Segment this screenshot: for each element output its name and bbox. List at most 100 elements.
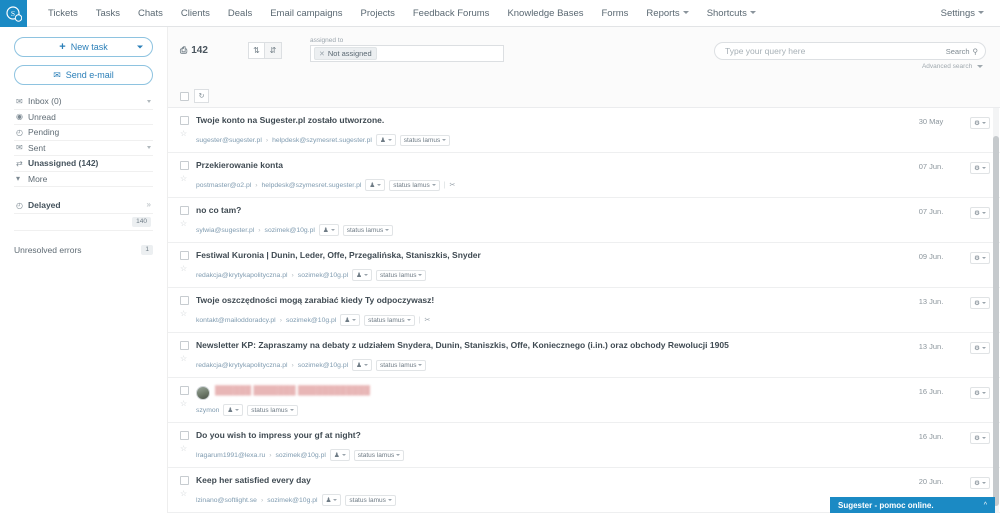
ticket-subject[interactable]: no co tam?: [196, 205, 241, 216]
row-actions-menu[interactable]: ⚙: [970, 477, 990, 490]
sender-address[interactable]: kontakt@mailoddoradcy.pl: [196, 317, 276, 324]
nav-knowledge-bases[interactable]: Knowledge Bases: [498, 0, 592, 27]
assign-user-dropdown[interactable]: ♟: [318, 224, 339, 237]
nav-reports[interactable]: Reports: [637, 0, 697, 27]
row-checkbox[interactable]: [180, 476, 189, 486]
status-dropdown[interactable]: status lamus: [247, 404, 298, 416]
ticket-subject[interactable]: ██████ ███████ ████████████: [215, 385, 370, 396]
paperclip-icon[interactable]: ✂: [424, 316, 430, 324]
sidebar-item-inbox[interactable]: ✉ Inbox (0): [14, 94, 153, 110]
chat-support-widget[interactable]: Sugester - pomoc online. ^: [830, 497, 995, 513]
row-actions-menu[interactable]: ⚙: [970, 342, 990, 355]
search-button[interactable]: Search ⚲: [943, 47, 981, 56]
star-icon[interactable]: ☆: [180, 220, 187, 228]
star-icon[interactable]: ☆: [180, 445, 187, 453]
row-checkbox[interactable]: [180, 206, 189, 216]
table-row[interactable]: ☆ Do you wish to impress your gf at night…: [168, 423, 1000, 469]
row-actions-menu[interactable]: ⚙: [970, 252, 990, 265]
ticket-subject[interactable]: Twoje oszczędności mogą zarabiać kiedy T…: [196, 295, 434, 306]
nav-projects[interactable]: Projects: [352, 0, 404, 27]
list-scrollbar-thumb[interactable]: [993, 136, 999, 506]
ticket-subject[interactable]: Keep her satisfied every day: [196, 475, 311, 486]
row-actions-menu[interactable]: ⚙: [970, 162, 990, 175]
ticket-subject[interactable]: Newsletter KP: Zapraszamy na debaty z ud…: [196, 340, 729, 351]
row-actions-menu[interactable]: ⚙: [970, 432, 990, 445]
paperclip-icon[interactable]: ✂: [450, 181, 456, 189]
status-dropdown[interactable]: status lamus: [399, 134, 451, 146]
sidebar-item-unassigned[interactable]: ⇄ Unassigned (142): [14, 156, 153, 172]
send-email-button[interactable]: ✉ Send e-mail: [14, 65, 153, 85]
nav-chats[interactable]: Chats: [129, 0, 172, 27]
chevron-up-icon[interactable]: ^: [984, 502, 987, 509]
advanced-search-toggle[interactable]: Advanced search: [714, 63, 986, 70]
table-row[interactable]: ☆ Newsletter KP: Zapraszamy na debaty z u…: [168, 333, 1000, 379]
sidebar-item-unread[interactable]: ◉ Unread: [14, 110, 153, 125]
ticket-subject[interactable]: Do you wish to impress your gf at night?: [196, 430, 361, 441]
table-row[interactable]: ☆ Festiwal Kuronia | Dunin, Leder, Offe, …: [168, 243, 1000, 289]
sidebar-item-sent[interactable]: ✉ Sent: [14, 141, 153, 156]
table-row[interactable]: ☆ Twoje oszczędności mogą zarabiać kiedy …: [168, 288, 1000, 334]
table-row[interactable]: ☆ ██████ ███████ ████████████ szymon ♟ statu…: [168, 378, 1000, 424]
nav-feedback-forums[interactable]: Feedback Forums: [404, 0, 499, 27]
row-actions-menu[interactable]: ⚙: [970, 297, 990, 310]
nav-forms[interactable]: Forms: [593, 0, 638, 27]
row-checkbox[interactable]: [180, 251, 189, 261]
recipient-address[interactable]: helpdesk@szymesret.sugester.pl: [262, 182, 362, 189]
ticket-subject[interactable]: Twoje konto na Sugester.pl zostało utwor…: [196, 115, 384, 126]
sender-address[interactable]: redakcja@krytykapolityczna.pl: [196, 272, 288, 279]
assign-user-dropdown[interactable]: ♟: [329, 449, 350, 462]
sort-descending-button[interactable]: ⇵: [265, 42, 282, 59]
star-icon[interactable]: ☆: [180, 355, 187, 363]
nav-email-campaigns[interactable]: Email campaigns: [261, 0, 351, 27]
assign-user-dropdown[interactable]: ♟: [375, 134, 396, 147]
star-icon[interactable]: ☆: [180, 130, 187, 138]
sidebar-item-pending[interactable]: ◴ Pending: [14, 125, 153, 141]
recipient-address[interactable]: sozimek@10g.pl: [267, 497, 317, 504]
table-row[interactable]: ☆ Twoje konto na Sugester.pl zostało utwo…: [168, 108, 1000, 154]
app-logo[interactable]: S: [0, 0, 27, 27]
table-row[interactable]: ☆ Przekierowanie konta postmaster@o2.pl › he…: [168, 153, 1000, 199]
star-icon[interactable]: ☆: [180, 265, 187, 273]
sender-address[interactable]: sugester@sugester.pl: [196, 137, 262, 144]
sender-address[interactable]: redakcja@krytykapolityczna.pl: [196, 362, 288, 369]
recipient-address[interactable]: helpdesk@szymesret.sugester.pl: [272, 137, 372, 144]
row-actions-menu[interactable]: ⚙: [970, 117, 990, 129]
assign-user-dropdown[interactable]: ♟: [365, 179, 386, 192]
close-icon[interactable]: ✕: [319, 50, 325, 58]
row-checkbox[interactable]: [180, 161, 189, 171]
select-all-checkbox[interactable]: [180, 91, 189, 101]
star-icon[interactable]: ☆: [180, 310, 187, 318]
status-dropdown[interactable]: status lamus: [342, 224, 394, 236]
assigned-to-input[interactable]: ✕ Not assigned: [310, 45, 504, 62]
nav-deals[interactable]: Deals: [219, 0, 261, 27]
row-checkbox[interactable]: [180, 341, 189, 351]
recipient-address[interactable]: sozimek@10g.pl: [298, 272, 348, 279]
sender-address[interactable]: sylwia@sugester.pl: [196, 227, 254, 234]
row-actions-menu[interactable]: ⚙: [970, 207, 990, 220]
recipient-address[interactable]: sozimek@10g.pl: [265, 227, 315, 234]
assign-user-dropdown[interactable]: ♟: [340, 314, 361, 327]
sender-address[interactable]: lragarum1991@lexa.ru: [196, 452, 265, 459]
sender-address[interactable]: szymon: [196, 407, 219, 414]
recipient-address[interactable]: sozimek@10g.pl: [298, 362, 348, 369]
nav-shortcuts[interactable]: Shortcuts: [698, 0, 765, 27]
sender-address[interactable]: lzinano@softlight.se: [196, 497, 257, 504]
status-dropdown[interactable]: status lamus: [375, 359, 427, 371]
sort-ascending-button[interactable]: ⇅: [248, 42, 265, 59]
assigned-to-chip[interactable]: ✕ Not assigned: [314, 47, 377, 60]
star-icon[interactable]: ☆: [180, 175, 187, 183]
recipient-address[interactable]: sozimek@10g.pl: [286, 317, 336, 324]
status-dropdown[interactable]: status lamus: [353, 449, 405, 461]
status-dropdown[interactable]: status lamus: [364, 314, 415, 326]
row-checkbox[interactable]: [180, 116, 189, 125]
nav-tasks[interactable]: Tasks: [87, 0, 129, 27]
new-task-button[interactable]: + New task: [14, 37, 153, 57]
status-dropdown[interactable]: status lamus: [345, 494, 396, 506]
nav-settings[interactable]: Settings: [932, 0, 984, 27]
nav-clients[interactable]: Clients: [172, 0, 219, 27]
nav-tickets[interactable]: Tickets: [39, 0, 87, 27]
ticket-subject[interactable]: Festiwal Kuronia | Dunin, Leder, Offe, P…: [196, 250, 481, 261]
status-dropdown[interactable]: status lamus: [389, 179, 440, 191]
search-input[interactable]: [725, 46, 943, 56]
assign-user-dropdown[interactable]: ♟: [223, 404, 244, 417]
